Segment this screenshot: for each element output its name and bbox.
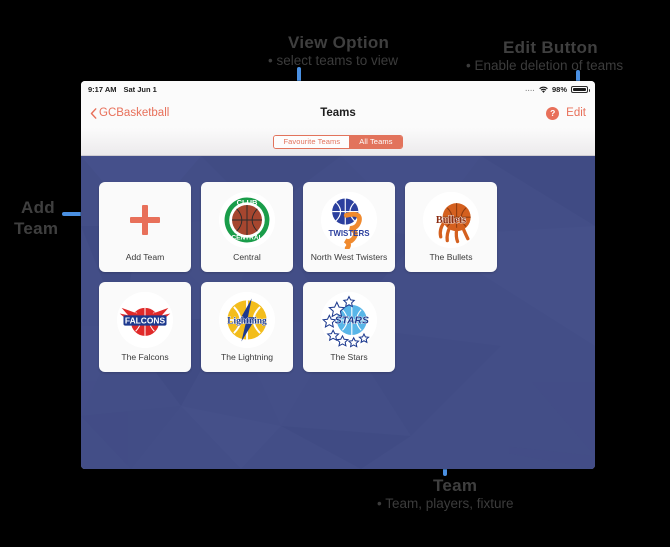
card-label: North West Twisters (310, 252, 388, 262)
card-the-stars[interactable]: STARS The Stars (303, 282, 395, 372)
plus-icon (130, 205, 160, 235)
annotation-title-view-option: View Option (288, 33, 390, 52)
stars-logo: STARS (318, 289, 380, 351)
segment-all-teams[interactable]: All Teams (349, 135, 402, 148)
edit-button[interactable]: Edit (566, 107, 586, 119)
tablet-device-frame: 9:17 AM Sat Jun 1 .... 98% GCBasketball … (81, 81, 595, 469)
status-bar-date: Sat Jun 1 (123, 85, 157, 94)
twisters-logo: TWISTERS (318, 189, 380, 251)
card-the-falcons[interactable]: FALCONS The Falcons (99, 282, 191, 372)
svg-text:FALCONS: FALCONS (125, 316, 166, 326)
back-button[interactable]: GCBasketball (90, 107, 169, 119)
card-label: The Stars (330, 352, 368, 362)
svg-text:Bullets: Bullets (436, 215, 466, 226)
screenshot-root: View Option • select teams to view Edit … (0, 0, 670, 547)
card-central[interactable]: CLUB CENTRAL Central (201, 182, 293, 272)
cellular-signal-icon: .... (525, 86, 535, 93)
card-north-west-twisters[interactable]: TWISTERS North West Twisters (303, 182, 395, 272)
card-the-bullets[interactable]: Bullets The Bullets (405, 182, 497, 272)
segmented-control[interactable]: Favourite Teams All Teams (273, 134, 403, 149)
falcons-logo: FALCONS (114, 289, 176, 351)
bullets-logo: Bullets (420, 189, 482, 251)
battery-icon (571, 85, 590, 94)
annotation-subtitle-edit-button: • Enable deletion of teams (466, 58, 624, 73)
card-label: The Lightning (220, 352, 274, 362)
annotation-subtitle-view-option: • select teams to view (268, 53, 399, 68)
card-label: Add Team (125, 252, 165, 262)
card-label: Central (233, 252, 261, 262)
chevron-left-icon (90, 107, 97, 119)
navigation-bar: GCBasketball Teams ? Edit (81, 98, 595, 128)
card-label: The Bullets (429, 252, 473, 262)
status-bar: 9:17 AM Sat Jun 1 .... 98% (81, 81, 595, 98)
view-option-bar: Favourite Teams All Teams (81, 128, 595, 156)
help-button[interactable]: ? (546, 106, 560, 120)
annotation-subtitle-team: • Team, players, fixture (377, 496, 514, 511)
annotation-title-add-team-line1: Add (21, 198, 55, 217)
segment-favourite-teams[interactable]: Favourite Teams (274, 135, 350, 148)
teams-content-area: Add Team CLUB CENTRAL Central TWISTERS N… (81, 156, 595, 469)
wifi-icon (539, 86, 548, 94)
card-the-lightning[interactable]: Lightning The Lightning (201, 282, 293, 372)
svg-text:Lightning: Lightning (227, 317, 267, 327)
svg-text:STARS: STARS (335, 316, 369, 327)
card-add-team[interactable]: Add Team (99, 182, 191, 272)
back-button-label: GCBasketball (99, 107, 170, 119)
lightning-logo: Lightning (216, 289, 278, 351)
battery-percent-label: 98% (551, 85, 567, 94)
annotation-title-team: Team (433, 476, 478, 495)
svg-text:TWISTERS: TWISTERS (328, 229, 369, 238)
status-bar-time: 9:17 AM (88, 85, 117, 94)
club-central-logo: CLUB CENTRAL (216, 189, 278, 251)
svg-text:CLUB: CLUB (237, 198, 258, 207)
teams-grid: Add Team CLUB CENTRAL Central TWISTERS N… (81, 156, 595, 372)
annotation-title-add-team-line2: Team (14, 219, 59, 238)
svg-text:CENTRAL: CENTRAL (231, 235, 262, 242)
annotation-title-edit-button: Edit Button (503, 38, 598, 57)
card-label: The Falcons (121, 352, 169, 362)
